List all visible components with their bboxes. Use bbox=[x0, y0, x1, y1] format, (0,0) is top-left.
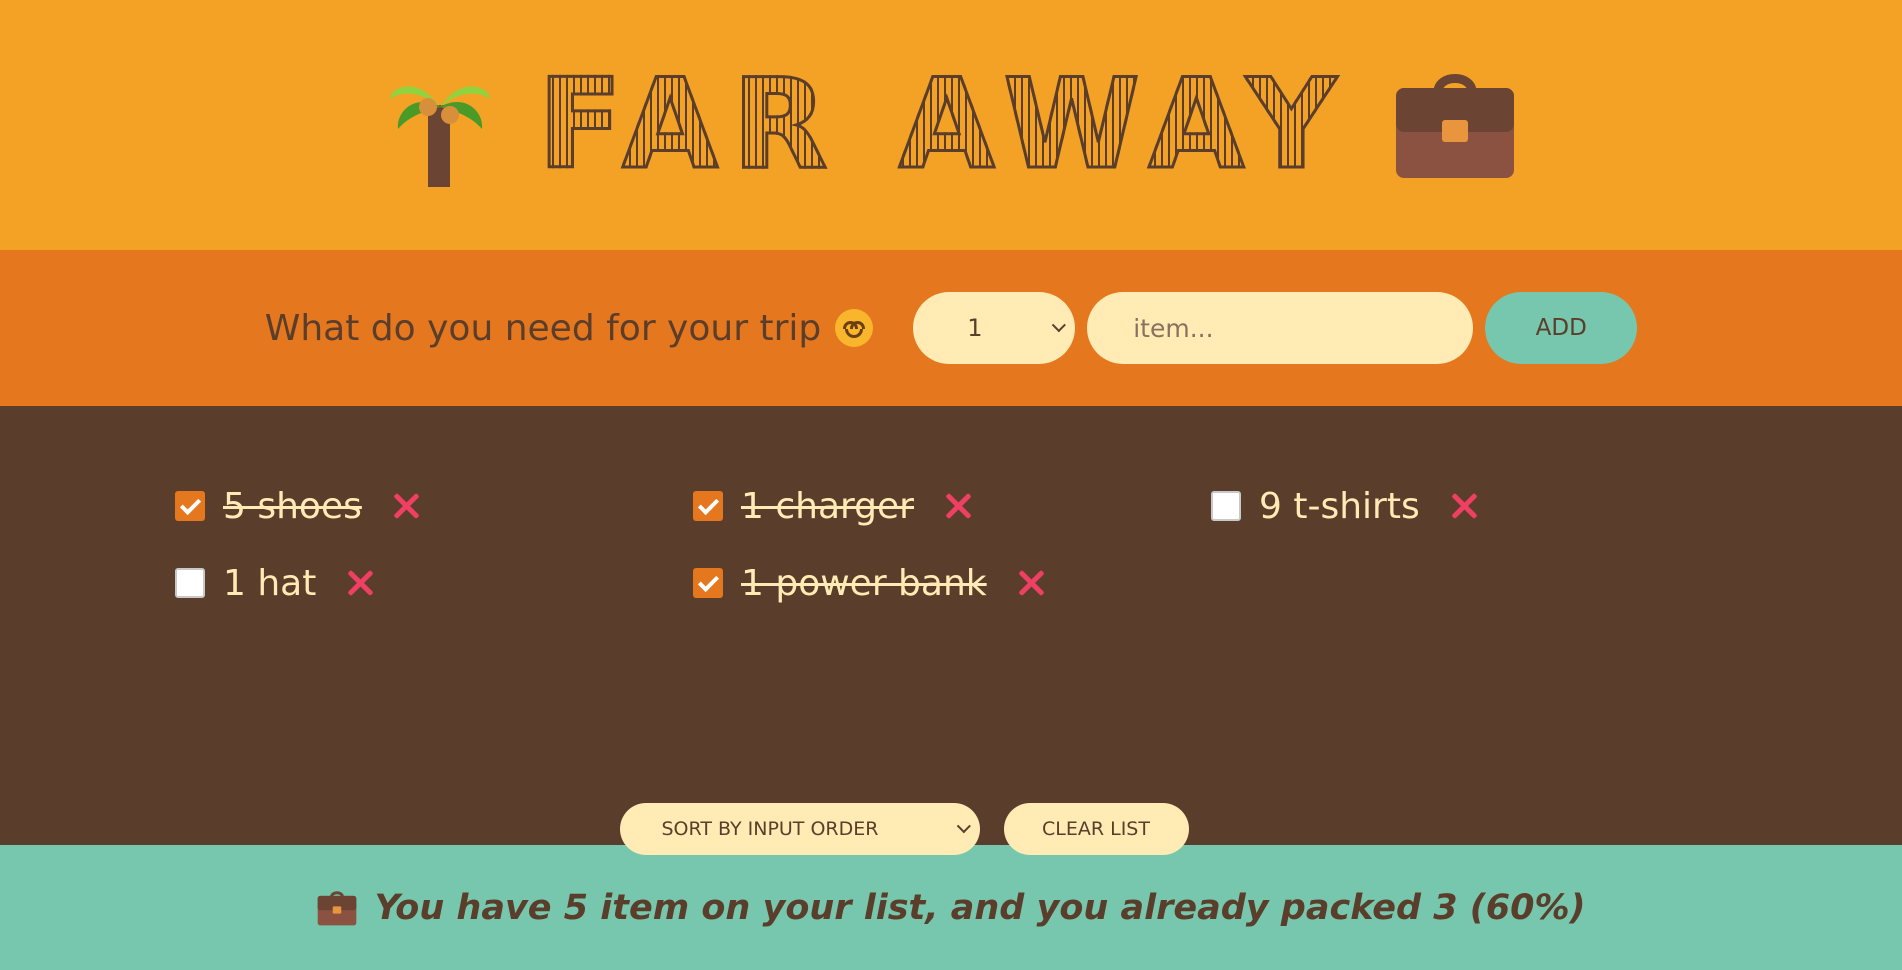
packing-list: 5 shoes 1 charger 9 t-shirts 1 hat 1 pow… bbox=[0, 406, 1902, 855]
briefcase-icon bbox=[1396, 74, 1515, 178]
list-item: 1 charger bbox=[693, 481, 1211, 531]
packed-checkbox[interactable] bbox=[693, 568, 723, 598]
palm-tree-icon bbox=[389, 86, 490, 187]
add-item-form: What do you need for your trip 1 item...… bbox=[0, 250, 1902, 406]
list-item: 5 shoes bbox=[175, 481, 693, 531]
packed-checkbox[interactable] bbox=[175, 491, 205, 521]
packed-checkbox[interactable] bbox=[175, 568, 205, 598]
packed-checkbox[interactable] bbox=[1211, 491, 1241, 521]
form-question: What do you need for your trip bbox=[264, 307, 874, 349]
clear-list-button[interactable]: CLEAR LIST bbox=[1003, 803, 1189, 855]
delete-icon[interactable] bbox=[392, 492, 420, 520]
packed-checkbox[interactable] bbox=[693, 491, 723, 521]
item-label: 1 hat bbox=[223, 562, 317, 604]
items-grid: 5 shoes 1 charger 9 t-shirts 1 hat 1 pow… bbox=[175, 481, 1729, 608]
smiling-face-icon bbox=[835, 309, 874, 347]
add-button[interactable]: ADD bbox=[1485, 292, 1638, 364]
form-question-text: What do you need for your trip bbox=[264, 307, 822, 349]
list-item: 1 hat bbox=[175, 558, 693, 608]
quantity-select[interactable]: 1 bbox=[913, 292, 1076, 364]
delete-icon[interactable] bbox=[944, 492, 972, 520]
app-title: FAR AWAY bbox=[536, 53, 1351, 197]
quantity-value: 1 bbox=[967, 314, 983, 342]
delete-icon[interactable] bbox=[1017, 569, 1045, 597]
delete-icon[interactable] bbox=[346, 569, 374, 597]
item-input[interactable]: item... bbox=[1087, 292, 1474, 364]
delete-icon[interactable] bbox=[1450, 492, 1478, 520]
sort-value: SORT BY INPUT ORDER bbox=[661, 818, 879, 840]
item-label: 1 power bank bbox=[741, 562, 987, 604]
sort-select[interactable]: SORT BY INPUT ORDER bbox=[619, 803, 980, 855]
stats-footer: You have 5 item on your list, and you al… bbox=[0, 845, 1902, 970]
chevron-down-icon bbox=[1051, 318, 1067, 333]
app-header: FAR AWAY bbox=[0, 0, 1902, 250]
list-item: 1 power bank bbox=[693, 558, 1211, 608]
briefcase-icon bbox=[318, 890, 357, 925]
list-item: 9 t-shirts bbox=[1211, 481, 1729, 531]
item-label: 1 charger bbox=[741, 485, 914, 527]
item-input-placeholder: item... bbox=[1133, 313, 1214, 343]
list-actions: SORT BY INPUT ORDER CLEAR LIST bbox=[0, 803, 1902, 855]
item-label: 9 t-shirts bbox=[1259, 485, 1420, 527]
chevron-down-icon bbox=[956, 819, 971, 834]
item-label: 5 shoes bbox=[223, 485, 362, 527]
stats-text: You have 5 item on your list, and you al… bbox=[374, 887, 1586, 928]
